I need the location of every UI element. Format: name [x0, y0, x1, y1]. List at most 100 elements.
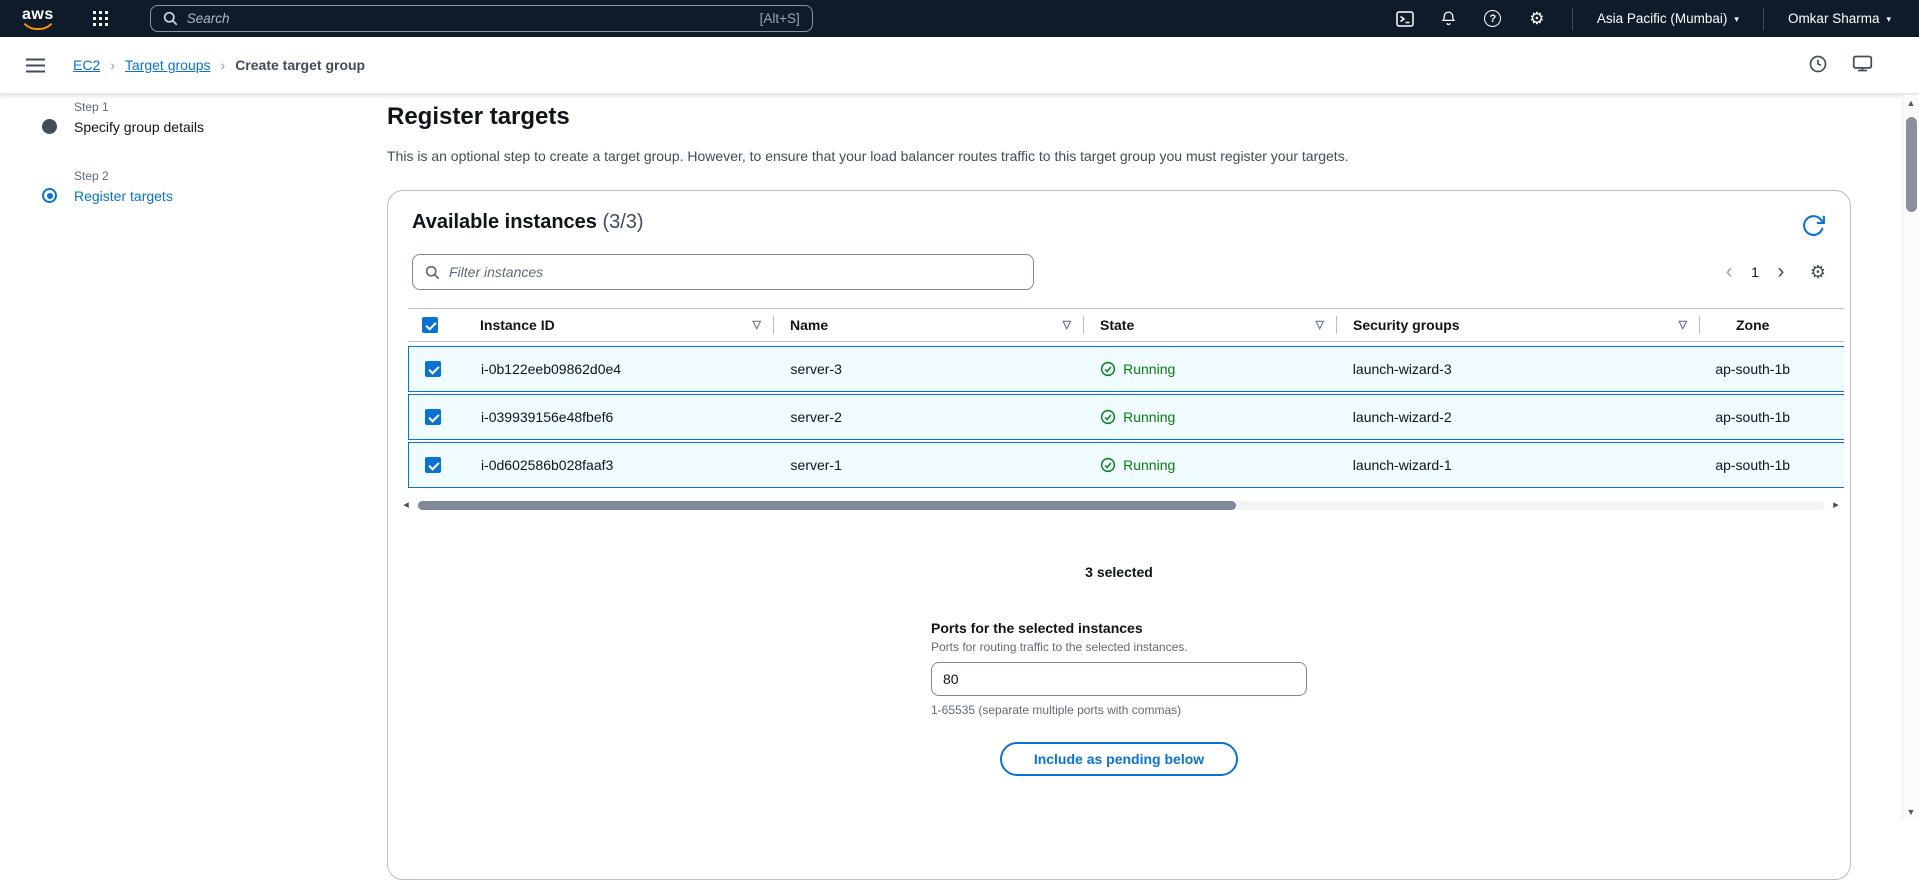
next-page-icon[interactable]: › — [1770, 261, 1792, 283]
page-description: This is an optional step to create a tar… — [387, 148, 1349, 164]
table-preferences-gear-icon[interactable]: ⚙ — [1810, 263, 1826, 281]
status-ok-icon — [1101, 409, 1116, 425]
services-grid-icon[interactable] — [82, 4, 120, 34]
scroll-left-icon[interactable]: ◂ — [400, 499, 412, 511]
breadcrumb-current: Create target group — [235, 57, 366, 73]
history-icon[interactable] — [1808, 54, 1828, 77]
page-number[interactable]: 1 — [1746, 264, 1764, 280]
row-checkbox[interactable] — [425, 409, 441, 425]
breadcrumb-target-groups[interactable]: Target groups — [125, 57, 211, 73]
table-row[interactable]: i-0d602586b028faaf3 server-1 Running lau… — [408, 442, 1844, 488]
step-completed-bullet-icon — [42, 119, 57, 134]
cell-name: server-3 — [790, 361, 842, 377]
filter-instances-box[interactable] — [412, 254, 1034, 290]
region-selector[interactable]: Asia Pacific (Mumbai) ▾ — [1589, 4, 1747, 34]
filter-instances-input[interactable] — [449, 264, 1021, 280]
scroll-down-icon[interactable]: ▼ — [1907, 804, 1916, 820]
ports-input[interactable] — [931, 662, 1307, 696]
chevron-down-icon: ▾ — [1734, 14, 1739, 24]
pagination: ‹ 1 › ⚙ — [1718, 261, 1826, 283]
horizontal-scroll-thumb[interactable] — [418, 500, 1236, 510]
cell-instance-id: i-039939156e48fbef6 — [480, 409, 614, 425]
status-ok-icon — [1101, 457, 1116, 473]
cell-zone: ap-south-1b — [1715, 457, 1791, 473]
cell-security-groups: launch-wizard-1 — [1352, 457, 1452, 473]
select-all-cell — [408, 309, 464, 341]
account-menu[interactable]: Omkar Sharma ▾ — [1780, 4, 1899, 34]
aws-logo-text: aws — [22, 5, 54, 23]
help-icon[interactable]: ? — [1474, 4, 1512, 34]
scroll-right-icon[interactable]: ▸ — [1830, 499, 1842, 511]
selected-count: 3 selected — [1085, 564, 1153, 580]
cell-security-groups: launch-wizard-2 — [1352, 409, 1452, 425]
row-checkbox[interactable] — [425, 457, 441, 473]
aws-smile-icon — [23, 22, 52, 30]
previous-page-icon[interactable]: ‹ — [1718, 261, 1740, 283]
split-panel-icon[interactable] — [1852, 53, 1873, 77]
region-label: Asia Pacific (Mumbai) — [1596, 11, 1728, 26]
include-as-pending-button[interactable]: Include as pending below — [999, 742, 1239, 776]
cell-instance-id: i-0d602586b028faaf3 — [480, 457, 614, 473]
search-icon — [425, 265, 440, 279]
vertical-scroll-thumb[interactable] — [1906, 117, 1917, 212]
table-row[interactable]: i-0b122eeb09862d0e4 server-3 Running lau… — [408, 346, 1844, 392]
step-2-register-targets[interactable]: Step 2 Register targets — [42, 169, 322, 204]
panel-header: Available instances (3/3) — [388, 191, 1850, 238]
ports-label: Ports for the selected instances — [931, 620, 1143, 636]
search-shortcut-hint: [Alt+S] — [759, 11, 800, 26]
scroll-up-icon[interactable]: ▲ — [1907, 95, 1916, 111]
step-1-specify-group-details[interactable]: Step 1 Specify group details — [42, 100, 322, 135]
chevron-down-icon: ▾ — [1886, 14, 1891, 24]
ports-hint: 1-65535 (separate multiple ports with co… — [931, 703, 1182, 717]
vertical-scrollbar: ▲ ▼ — [1902, 95, 1919, 820]
breadcrumb-ec2[interactable]: EC2 — [73, 57, 100, 73]
sort-icon[interactable]: ▽ — [753, 319, 761, 331]
cell-name: server-1 — [790, 457, 842, 473]
topbar-separator — [1762, 7, 1764, 30]
select-all-checkbox[interactable] — [422, 317, 438, 333]
global-search-bar[interactable]: Search [Alt+S] — [149, 5, 813, 32]
search-icon — [163, 11, 178, 26]
step-active-bullet-icon — [42, 188, 57, 203]
table-row[interactable]: i-039939156e48fbef6 server-2 Running lau… — [408, 394, 1844, 440]
aws-logo[interactable]: aws — [22, 5, 54, 31]
instances-table: Instance ID ▽ Name ▽ State ▽ Security gr… — [408, 308, 1844, 490]
topbar-utilities: ? ⚙ Asia Pacific (Mumbai) ▾ Omkar Sharma… — [1386, 4, 1899, 34]
cloudshell-icon[interactable] — [1386, 4, 1424, 34]
cell-zone: ap-south-1b — [1715, 361, 1791, 377]
breadcrumb-actions — [1808, 53, 1873, 77]
ports-description: Ports for routing traffic to the selecte… — [931, 640, 1188, 654]
horizontal-scroll-track[interactable] — [417, 500, 1825, 510]
sort-icon[interactable]: ▽ — [1063, 319, 1071, 331]
column-header-state[interactable]: State ▽ — [1084, 309, 1337, 341]
settings-gear-icon[interactable]: ⚙ — [1518, 4, 1556, 34]
status-badge: Running — [1100, 457, 1175, 473]
vertical-scroll-track[interactable] — [1903, 111, 1919, 804]
status-badge: Running — [1100, 409, 1175, 425]
column-header-security-groups[interactable]: Security groups ▽ — [1337, 309, 1700, 341]
column-header-zone[interactable]: Zone — [1700, 309, 1844, 341]
cell-name: server-2 — [790, 409, 842, 425]
status-ok-icon — [1101, 361, 1116, 377]
aws-top-navigation: aws Search [Alt+S] ? ⚙ Asia Pacific (Mum… — [0, 0, 1919, 37]
notifications-bell-icon[interactable] — [1430, 4, 1468, 34]
column-header-instance-id[interactable]: Instance ID ▽ — [464, 309, 774, 341]
refresh-icon[interactable] — [1801, 213, 1826, 238]
cell-zone: ap-south-1b — [1715, 409, 1791, 425]
breadcrumb: EC2 › Target groups › Create target grou… — [73, 57, 365, 73]
available-instances-panel: Available instances (3/3) ‹ 1 › ⚙ — [387, 190, 1851, 880]
sort-icon[interactable]: ▽ — [1316, 319, 1324, 331]
status-badge: Running — [1100, 361, 1175, 377]
wizard-steps: Step 1 Specify group details Step 2 Regi… — [42, 100, 322, 238]
column-header-name[interactable]: Name ▽ — [774, 309, 1084, 341]
hamburger-menu-icon[interactable] — [26, 58, 45, 73]
sort-icon[interactable]: ▽ — [1679, 319, 1687, 331]
row-checkbox[interactable] — [425, 361, 441, 377]
cell-instance-id: i-0b122eeb09862d0e4 — [480, 361, 622, 377]
search-placeholder: Search — [186, 11, 230, 26]
instance-count: (3/3) — [602, 211, 644, 233]
cell-security-groups: launch-wizard-3 — [1352, 361, 1452, 377]
panel-title: Available instances (3/3) — [412, 211, 644, 233]
table-toolbar: ‹ 1 › ⚙ — [388, 238, 1850, 290]
table-header-row: Instance ID ▽ Name ▽ State ▽ Security gr… — [408, 308, 1844, 342]
